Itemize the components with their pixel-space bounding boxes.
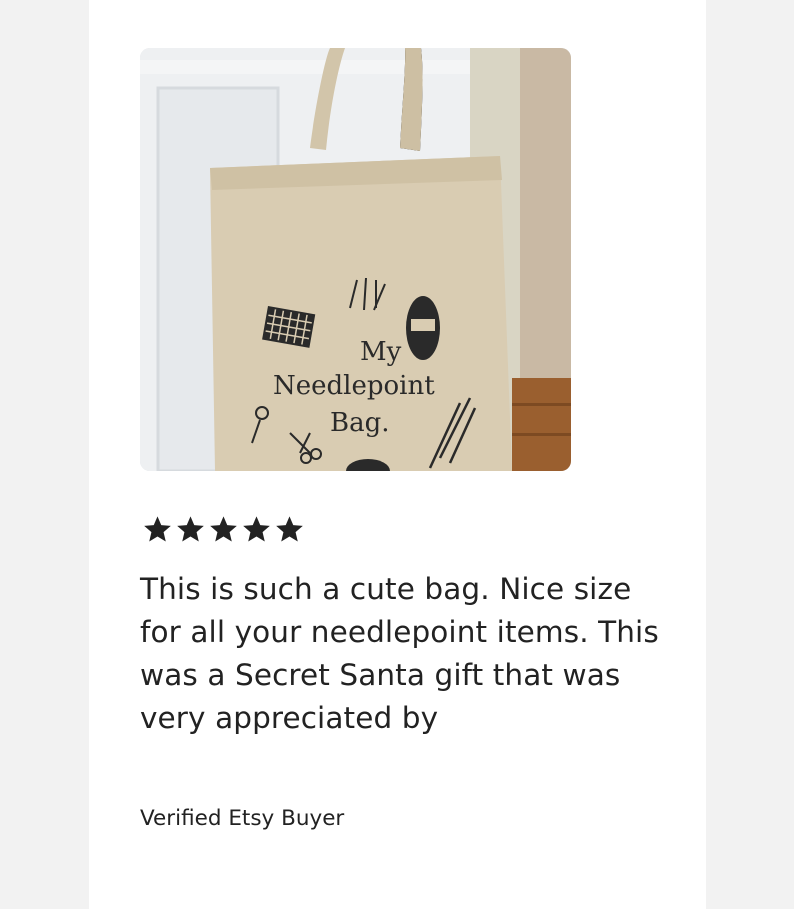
star-filled-icon	[210, 516, 237, 542]
star-filled-icon	[177, 516, 204, 542]
review-text: This is such a cute bag. Nice size for a…	[140, 572, 659, 735]
svg-text:My: My	[360, 337, 402, 367]
svg-text:Needlepoint: Needlepoint	[273, 371, 435, 401]
star-rating	[142, 514, 305, 545]
tote-bag-photo-icon: My Needlepoint Bag.	[140, 48, 571, 471]
svg-text:Bag.: Bag.	[330, 408, 390, 438]
review-photo[interactable]: My Needlepoint Bag.	[140, 48, 571, 471]
review-author: Verified Etsy Buyer	[140, 806, 345, 831]
star-filled-icon	[276, 516, 303, 542]
review-card: My Needlepoint Bag. This is such a cute …	[89, 0, 706, 909]
star-filled-icon	[144, 516, 171, 542]
star-filled-icon	[243, 516, 270, 542]
